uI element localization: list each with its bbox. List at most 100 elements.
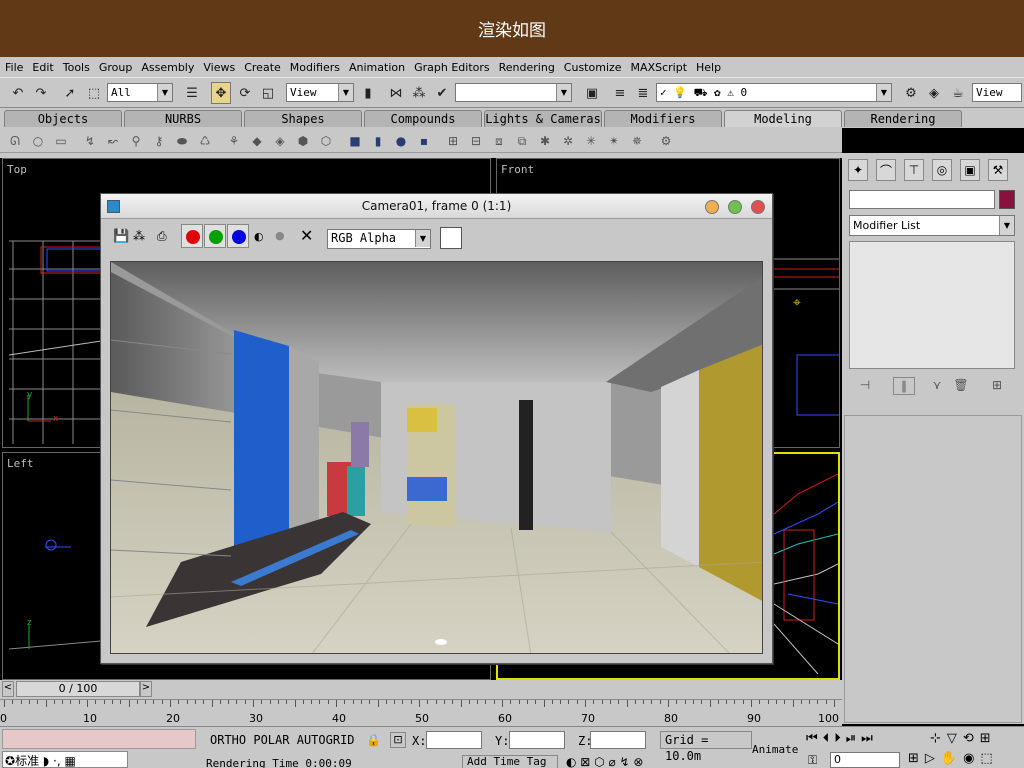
playback-controls[interactable]: ⏮⏴⏵⏯⏭ (806, 731, 878, 746)
viewport-nav-icons-bottom[interactable]: ⊞▷✋◉⬚ (908, 751, 999, 766)
utilities-panel-icon[interactable]: ⚒ (988, 159, 1008, 181)
maximize-button[interactable] (728, 200, 742, 214)
render-window-titlebar[interactable]: Camera01, frame 0 (1:1) (101, 194, 772, 219)
modifier-icon-13[interactable]: ⊟ (468, 133, 484, 149)
menu-edit[interactable]: Edit (32, 61, 53, 74)
move-icon[interactable]: ✥ (211, 82, 231, 104)
clone-window-icon[interactable]: ⁂ (133, 229, 145, 243)
hierarchy-panel-icon[interactable]: ⊤ (904, 159, 924, 181)
ime-toolbar[interactable]: ✪标准 ◗ ·, ▦ (2, 751, 128, 768)
modifier-icon-18[interactable]: ✳ (583, 133, 599, 149)
plane-icon[interactable]: ▪ (416, 133, 432, 149)
menu-customize[interactable]: Customize (564, 61, 622, 74)
cylinder-icon[interactable]: ▮ (370, 133, 386, 149)
array-icon[interactable]: ⁂ (409, 82, 429, 104)
modifier-icon-17[interactable]: ✲ (560, 133, 576, 149)
modifier-stack[interactable] (849, 241, 1015, 369)
next-frame-icon[interactable]: > (140, 681, 152, 697)
scale-icon[interactable]: ◱ (258, 82, 278, 104)
selection-filter-dropdown[interactable]: All ▼ (107, 83, 173, 102)
tab-objects[interactable]: Objects (4, 110, 122, 127)
key-mode-icon[interactable]: ⚿ (808, 753, 817, 768)
modify-panel-icon[interactable]: ⌒ (876, 159, 896, 181)
current-frame-field[interactable]: 0 (830, 752, 900, 768)
tab-nurbs[interactable]: NURBS (124, 110, 242, 127)
curve-editor-icon[interactable]: ▣ (582, 82, 602, 104)
save-bitmap-icon[interactable]: 💾 (113, 229, 129, 244)
z-coordinate-field[interactable] (590, 731, 646, 749)
schematic-icon[interactable]: ≡ (610, 82, 630, 104)
x-coordinate-field[interactable] (426, 731, 482, 749)
rotate-icon[interactable]: ⟳ (235, 82, 255, 104)
time-slider-thumb[interactable]: 0 / 100 (16, 681, 140, 697)
autogrid-toggle[interactable]: AUTOGRID (297, 733, 355, 747)
absolute-mode-icon[interactable]: ⊡ (390, 732, 406, 748)
modifier-icon-20[interactable]: ✵ (629, 133, 645, 149)
ref-coord-dropdown[interactable]: View ▼ (286, 83, 354, 102)
modifier-icon-15[interactable]: ⧉ (514, 133, 530, 149)
material-editor-icon[interactable]: ≣ (633, 82, 653, 104)
menu-create[interactable]: Create (244, 61, 281, 74)
time-slider-track[interactable]: < 0 / 100 > (0, 680, 842, 699)
named-selection-dropdown[interactable]: ▼ (455, 83, 572, 102)
line-icon[interactable]: ᘏ (7, 133, 23, 149)
maxscript-listener-mini[interactable] (2, 729, 196, 749)
object-name-field[interactable] (849, 190, 995, 209)
modifier-icon-4[interactable]: ⚷ (151, 133, 167, 149)
pivot-icon[interactable]: ▮ (358, 82, 378, 104)
channel-dropdown[interactable]: RGB Alpha ▼ (327, 229, 431, 249)
align-icon[interactable]: ✔ (432, 82, 452, 104)
menu-modifiers[interactable]: Modifiers (290, 61, 340, 74)
print-icon[interactable]: ⎙ (157, 229, 167, 244)
select-arrow-icon[interactable]: ➚ (60, 82, 80, 104)
render-scene-icon[interactable]: ⚙ (901, 82, 921, 104)
green-channel-toggle[interactable] (204, 224, 226, 248)
pin-stack-icon[interactable]: ⊣ (857, 377, 873, 393)
clear-icon[interactable]: ✕ (300, 226, 313, 245)
create-panel-icon[interactable]: ✦ (848, 159, 868, 181)
undo-icon[interactable]: ↶ (8, 82, 28, 104)
modifier-icon-6[interactable]: ♺ (197, 133, 213, 149)
modifier-icon-16[interactable]: ✱ (537, 133, 553, 149)
close-button[interactable] (751, 200, 765, 214)
modifier-icon-7[interactable]: ⚘ (226, 133, 242, 149)
menu-graph-editors[interactable]: Graph Editors (414, 61, 490, 74)
render-last-icon[interactable]: ☕ (948, 82, 968, 104)
render-frame-window[interactable]: Camera01, frame 0 (1:1) 💾 ⁂ ⎙ ◐ ● ✕ RGB … (100, 193, 773, 664)
animate-button[interactable]: Animate (752, 743, 798, 756)
sphere-icon[interactable]: ● (393, 133, 409, 149)
y-coordinate-field[interactable] (509, 731, 565, 749)
lock-icon[interactable]: 🔒 (366, 733, 381, 747)
render-view-dropdown[interactable]: View (972, 83, 1022, 102)
tab-shapes[interactable]: Shapes (244, 110, 362, 127)
viewport-nav-icons-right[interactable]: ⊹▽⟲⊞ (930, 731, 997, 746)
mirror-icon[interactable]: ⋈ (386, 82, 406, 104)
ortho-toggle[interactable]: ORTHO (210, 733, 246, 747)
tab-modifiers[interactable]: Modifiers (604, 110, 722, 127)
modifier-icon-1[interactable]: ↯ (82, 133, 98, 149)
modifier-icon-14[interactable]: ⧈ (491, 133, 507, 149)
modifier-list-dropdown[interactable]: Modifier List ▼ (849, 215, 1015, 236)
red-channel-toggle[interactable] (181, 224, 203, 248)
menu-assembly[interactable]: Assembly (141, 61, 194, 74)
tab-compounds[interactable]: Compounds (364, 110, 482, 127)
alpha-channel-icon[interactable]: ◐ (254, 230, 264, 243)
modifier-icon-10[interactable]: ⬢ (295, 133, 311, 149)
modifier-icon-8[interactable]: ◆ (249, 133, 265, 149)
modifier-icon-12[interactable]: ⊞ (445, 133, 461, 149)
menu-group[interactable]: Group (99, 61, 133, 74)
tab-lights-cameras[interactable]: Lights & Cameras (484, 110, 602, 127)
menu-rendering[interactable]: Rendering (499, 61, 555, 74)
modifier-icon-19[interactable]: ✴ (606, 133, 622, 149)
tab-modeling[interactable]: Modeling (724, 110, 842, 127)
add-time-tag-button[interactable]: Add Time Tag (462, 755, 558, 768)
monochrome-icon[interactable]: ● (275, 229, 285, 242)
menu-tools[interactable]: Tools (63, 61, 90, 74)
layer-dropdown[interactable]: ✓ 💡 ⛟ ✿ ⚠ 0 ▼ (656, 83, 892, 102)
display-panel-icon[interactable]: ▣ (960, 159, 980, 181)
remove-modifier-icon[interactable]: 🗑 (953, 377, 969, 393)
object-color-swatch[interactable] (999, 190, 1015, 209)
make-unique-icon[interactable]: ⋎ (929, 377, 945, 393)
polar-toggle[interactable]: POLAR (253, 733, 289, 747)
menu-help[interactable]: Help (696, 61, 721, 74)
